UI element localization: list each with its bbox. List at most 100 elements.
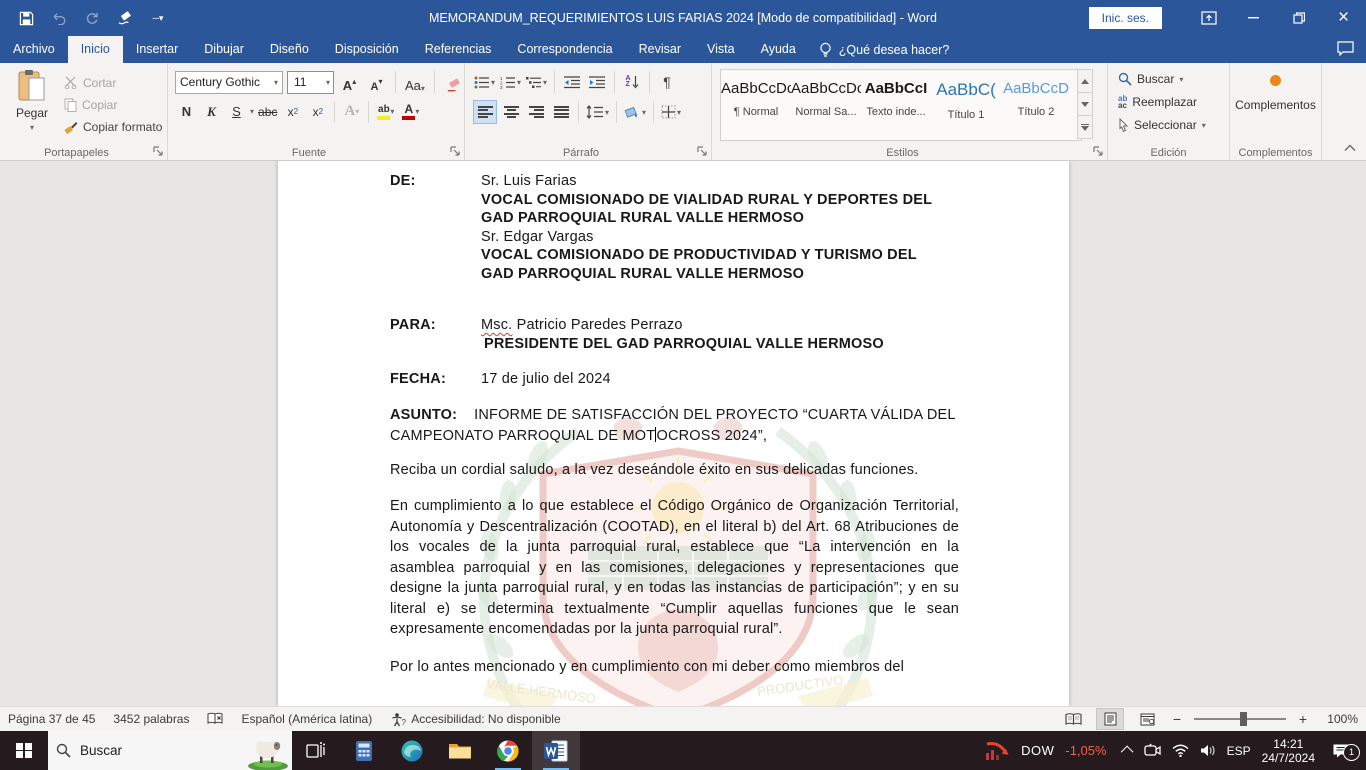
highlight-color-button[interactable]: ab ▾	[374, 99, 397, 124]
edge-button[interactable]	[388, 731, 436, 770]
word-button[interactable]	[532, 731, 580, 770]
keyboard-language[interactable]: ESP	[1227, 744, 1251, 758]
subscript-button[interactable]: x2	[281, 99, 304, 124]
underline-dropdown-icon[interactable]: ▾	[250, 107, 254, 116]
chrome-button[interactable]	[484, 731, 532, 770]
print-layout-icon[interactable]	[1096, 708, 1124, 730]
collapse-ribbon-icon[interactable]	[1344, 144, 1358, 156]
borders-button[interactable]: ▾	[660, 101, 682, 123]
stock-trend-icon[interactable]	[984, 740, 1010, 762]
stock-symbol[interactable]: DOW	[1021, 743, 1054, 758]
line-spacing-button[interactable]: ▾	[585, 101, 610, 123]
change-case-button[interactable]: Aa▾	[403, 70, 427, 94]
save-icon[interactable]	[17, 9, 35, 27]
task-view-button[interactable]	[292, 731, 340, 770]
numbering-button[interactable]: 123 ▾	[499, 71, 522, 93]
word-count[interactable]: 3452 palabras	[113, 712, 189, 726]
zoom-in-button[interactable]: +	[1296, 711, 1310, 727]
minimize-button[interactable]	[1231, 0, 1276, 36]
numbering-dropdown-icon[interactable]: ▾	[517, 78, 521, 87]
volume-icon[interactable]	[1200, 744, 1216, 757]
styles-scroll-up-icon[interactable]	[1077, 69, 1093, 93]
styles-dialog-launcher-icon[interactable]	[1093, 146, 1104, 157]
increase-indent-button[interactable]	[586, 71, 608, 93]
start-button[interactable]	[0, 731, 48, 770]
style-titulo-1[interactable]: AaBbC( Título 1	[931, 70, 1001, 140]
format-painter-button[interactable]: Copiar formato	[64, 116, 162, 137]
file-explorer-button[interactable]	[436, 731, 484, 770]
notification-center-button[interactable]: 1	[1326, 743, 1356, 759]
decrease-indent-button[interactable]	[561, 71, 583, 93]
style-texto-inde[interactable]: AaBbCcI Texto inde...	[861, 70, 931, 140]
widget-sheep-image[interactable]	[246, 733, 290, 770]
borders-dropdown-icon[interactable]: ▾	[677, 108, 681, 117]
show-marks-button[interactable]: ¶	[656, 71, 678, 93]
multilevel-list-button[interactable]: ▾	[525, 71, 548, 93]
read-mode-icon[interactable]	[1060, 709, 1086, 729]
font-color-dropdown-icon[interactable]: ▾	[415, 107, 419, 116]
tab-revisar[interactable]: Revisar	[626, 36, 694, 63]
wifi-icon[interactable]	[1172, 744, 1189, 757]
accessibility-status[interactable]: ? Accesibilidad: No disponible	[390, 712, 560, 727]
clipboard-dialog-launcher-icon[interactable]	[153, 146, 164, 157]
tab-archivo[interactable]: Archivo	[0, 36, 68, 63]
ribbon-display-options-icon[interactable]	[1186, 0, 1231, 36]
grow-font-button[interactable]: A▴	[338, 70, 361, 94]
tab-ayuda[interactable]: Ayuda	[748, 36, 809, 63]
addins-button[interactable]: Complementos	[1230, 75, 1321, 112]
superscript-button[interactable]: x2	[306, 99, 329, 124]
style-titulo-2[interactable]: AaBbCcD Título 2	[1001, 70, 1071, 140]
document-page[interactable]: VALLE HERMOSO PRODUCTIVO DE: Sr. Luis Fa…	[278, 161, 1069, 706]
feedback-icon[interactable]	[1337, 41, 1354, 56]
find-button[interactable]: Buscar ▾	[1118, 72, 1183, 86]
align-right-button[interactable]	[525, 101, 547, 123]
replace-button[interactable]: ab ac Reemplazar	[1118, 95, 1197, 109]
line-spacing-dropdown-icon[interactable]: ▾	[605, 108, 609, 117]
bullets-dropdown-icon[interactable]: ▾	[491, 78, 495, 87]
zoom-out-button[interactable]: −	[1170, 711, 1184, 727]
restore-button[interactable]	[1276, 0, 1321, 36]
tab-inicio[interactable]: Inicio	[68, 36, 123, 63]
style-normal[interactable]: AaBbCcDc ¶ Normal	[721, 70, 791, 140]
page-indicator[interactable]: Página 37 de 45	[8, 712, 95, 726]
multilevel-dropdown-icon[interactable]: ▾	[543, 78, 547, 87]
tab-disposicion[interactable]: Disposición	[322, 36, 412, 63]
find-dropdown-icon[interactable]: ▾	[1179, 75, 1183, 84]
select-button[interactable]: Seleccionar ▾	[1118, 118, 1206, 132]
clear-formatting-icon[interactable]	[442, 70, 465, 94]
tab-diseno[interactable]: Diseño	[257, 36, 322, 63]
font-family-select[interactable]: Century Gothic ▾	[175, 71, 283, 94]
highlight-dropdown-icon[interactable]: ▾	[390, 107, 394, 116]
tab-correspondencia[interactable]: Correspondencia	[504, 36, 625, 63]
styles-more-icon[interactable]	[1077, 116, 1093, 139]
bold-button[interactable]: N	[175, 99, 198, 124]
stock-change[interactable]: -1,05%	[1065, 743, 1106, 758]
tab-vista[interactable]: Vista	[694, 36, 748, 63]
taskbar-search[interactable]: Buscar	[48, 731, 292, 770]
align-left-button[interactable]	[473, 100, 497, 124]
tray-expand-icon[interactable]	[1124, 746, 1133, 755]
font-family-dropdown-icon[interactable]: ▾	[274, 78, 278, 87]
zoom-level[interactable]: 100%	[1320, 712, 1358, 726]
sign-in-button[interactable]: Inic. ses.	[1089, 7, 1162, 29]
shading-dropdown-icon[interactable]: ▾	[642, 108, 646, 117]
zoom-slider[interactable]	[1194, 718, 1286, 720]
document-content[interactable]: DE: Sr. Luis Farias VOCAL COMISIONADO DE…	[278, 161, 1069, 677]
meet-now-icon[interactable]	[1144, 743, 1161, 758]
justify-button[interactable]	[550, 101, 572, 123]
clock[interactable]: 14:21 24/7/2024	[1262, 737, 1315, 765]
styles-scroll-down-icon[interactable]	[1077, 93, 1093, 116]
paste-button[interactable]: Pegar ▾	[6, 69, 58, 141]
customize-qat-icon[interactable]: ─▾	[149, 9, 167, 27]
tab-insertar[interactable]: Insertar	[123, 36, 191, 63]
shrink-font-button[interactable]: A▾	[365, 70, 388, 94]
bullets-button[interactable]: ▾	[473, 71, 496, 93]
tab-dibujar[interactable]: Dibujar	[191, 36, 257, 63]
sort-button[interactable]: AZ	[621, 71, 643, 93]
paragraph-dialog-launcher-icon[interactable]	[697, 146, 708, 157]
strikethrough-button[interactable]: abc	[256, 99, 279, 124]
font-size-select[interactable]: 11 ▾	[287, 71, 334, 94]
close-button[interactable]: ×	[1321, 0, 1366, 36]
calculator-button[interactable]	[340, 731, 388, 770]
select-dropdown-icon[interactable]: ▾	[1202, 121, 1206, 130]
